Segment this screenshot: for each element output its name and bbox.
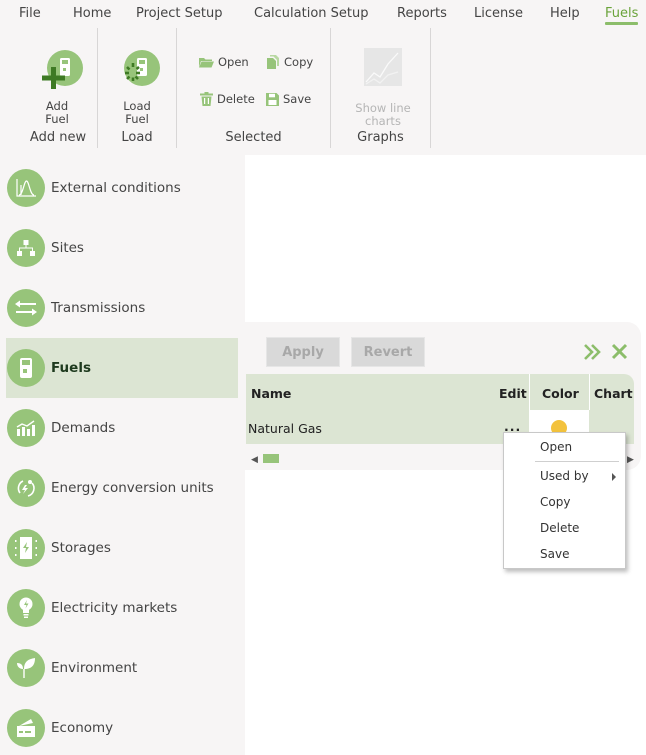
menu-project-setup[interactable]: Project Setup	[136, 6, 222, 21]
sidebar-item-label: Storages	[51, 540, 111, 556]
load-fuel-button[interactable]: Load Fuel	[107, 48, 167, 126]
conversion-cycle-icon	[7, 469, 45, 507]
column-divider	[589, 374, 590, 410]
delete-button[interactable]: Delete	[200, 92, 255, 106]
group-label-add-new: Add new	[29, 130, 87, 145]
close-icon[interactable]	[611, 343, 628, 360]
lightbulb-icon	[7, 589, 45, 627]
load-fuel-label: Load Fuel	[123, 99, 151, 126]
delete-label: Delete	[217, 92, 255, 106]
column-header-color[interactable]: Color	[542, 386, 579, 401]
wallet-icon	[7, 709, 45, 747]
sidebar-item-sites[interactable]: Sites	[6, 218, 238, 278]
menu-reports[interactable]: Reports	[397, 6, 447, 21]
save-button[interactable]: Save	[266, 92, 311, 106]
sidebar-item-label: External conditions	[51, 180, 181, 196]
save-label: Save	[283, 92, 312, 106]
expand-double-chevron-icon[interactable]	[583, 343, 603, 361]
menu-calculation-setup[interactable]: Calculation Setup	[254, 6, 369, 21]
context-menu-used-by[interactable]: Used by	[540, 469, 589, 483]
trash-icon	[200, 92, 213, 106]
sidebar-item-label: Economy	[51, 720, 114, 736]
group-label-load: Load	[121, 130, 153, 145]
scroll-left-arrow-icon[interactable]: ◀	[251, 455, 258, 465]
menu-license[interactable]: License	[474, 6, 523, 21]
transfer-arrows-icon	[7, 289, 45, 327]
group-add-new: Add Fuel Add new	[18, 28, 98, 148]
context-menu-copy[interactable]: Copy	[540, 495, 570, 509]
add-fuel-button[interactable]: Add Fuel	[27, 48, 87, 126]
apply-button[interactable]: Apply	[266, 337, 340, 367]
group-load: Load Fuel Load	[98, 28, 176, 148]
menu-fuels[interactable]: Fuels	[605, 6, 639, 25]
sidebar-item-label: Sites	[51, 240, 84, 256]
context-menu-open[interactable]: Open	[540, 440, 572, 454]
show-line-charts-button[interactable]: Show line charts	[353, 48, 413, 128]
sidebar-item-energy-conversion-units[interactable]: Energy conversion units	[6, 458, 238, 518]
fuel-pump-icon	[7, 349, 45, 387]
ribbon: Add Fuel Add new Load Fuel Load Open Cop…	[0, 28, 646, 148]
sidebar-item-label: Environment	[51, 660, 138, 676]
table-row-name[interactable]: Natural Gas	[248, 421, 322, 436]
sidebar-item-transmissions[interactable]: Transmissions	[6, 278, 238, 338]
context-menu: Open Used by Copy Delete Save	[503, 432, 626, 569]
revert-button[interactable]: Revert	[351, 337, 425, 367]
add-fuel-icon	[27, 48, 87, 90]
column-header-edit[interactable]: Edit	[499, 386, 527, 401]
sidebar-item-label: Electricity markets	[51, 600, 178, 616]
load-fuel-icon	[107, 48, 167, 90]
context-menu-separator	[535, 461, 619, 462]
sidebar-item-fuels[interactable]: Fuels	[6, 338, 238, 398]
copy-button[interactable]: Copy	[266, 55, 313, 69]
menu-help[interactable]: Help	[550, 6, 580, 21]
column-header-name[interactable]: Name	[251, 386, 291, 401]
copy-icon	[267, 55, 279, 69]
menu-home[interactable]: Home	[73, 6, 111, 21]
add-fuel-label: Add Fuel	[45, 99, 69, 126]
sidebar-item-external-conditions[interactable]: External conditions	[6, 158, 238, 218]
open-label: Open	[218, 55, 249, 69]
column-header-chart[interactable]: Chart	[594, 386, 633, 401]
bar-chart-trend-icon	[7, 409, 45, 447]
open-button[interactable]: Open	[199, 55, 249, 69]
submenu-arrow-icon	[612, 473, 616, 481]
context-menu-delete[interactable]: Delete	[540, 521, 579, 535]
floppy-disk-icon	[266, 92, 279, 106]
sidebar-item-label: Fuels	[51, 360, 91, 376]
sidebar-item-electricity-markets[interactable]: Electricity markets	[6, 578, 238, 638]
folder-open-icon	[199, 58, 214, 68]
sidebar-item-label: Transmissions	[51, 300, 146, 316]
leaf-icon	[7, 649, 45, 687]
group-selected: Open Copy Delete Save Selected	[177, 28, 330, 148]
group-graphs: Show line charts Graphs	[331, 28, 430, 148]
context-menu-save[interactable]: Save	[540, 547, 569, 561]
ribbon-separator	[430, 28, 431, 148]
copy-label: Copy	[284, 55, 314, 69]
show-line-charts-label: Show line charts	[355, 101, 411, 128]
group-label-selected: Selected	[225, 130, 282, 145]
hierarchy-icon	[7, 229, 45, 267]
menu-file[interactable]: File	[19, 6, 41, 21]
horizontal-scrollbar-thumb[interactable]	[263, 454, 279, 463]
sidebar-item-demands[interactable]: Demands	[6, 398, 238, 458]
battery-storage-icon	[7, 529, 45, 567]
sidebar-item-label: Demands	[51, 420, 116, 436]
sidebar-item-storages[interactable]: Storages	[6, 518, 238, 578]
sidebar-item-environment[interactable]: Environment	[6, 638, 238, 698]
group-label-graphs: Graphs	[357, 130, 404, 145]
menu-bar: File Home Project Setup Calculation Setu…	[0, 0, 646, 28]
sidebar-item-economy[interactable]: Economy	[6, 698, 238, 755]
scroll-right-arrow-icon[interactable]: ▶	[627, 455, 634, 465]
column-divider	[529, 374, 530, 410]
distribution-chart-icon	[7, 169, 45, 207]
sidebar-item-label: Energy conversion units	[51, 480, 214, 496]
sidebar: External conditions Sites Transmissions …	[0, 150, 245, 755]
line-chart-icon	[353, 48, 413, 90]
